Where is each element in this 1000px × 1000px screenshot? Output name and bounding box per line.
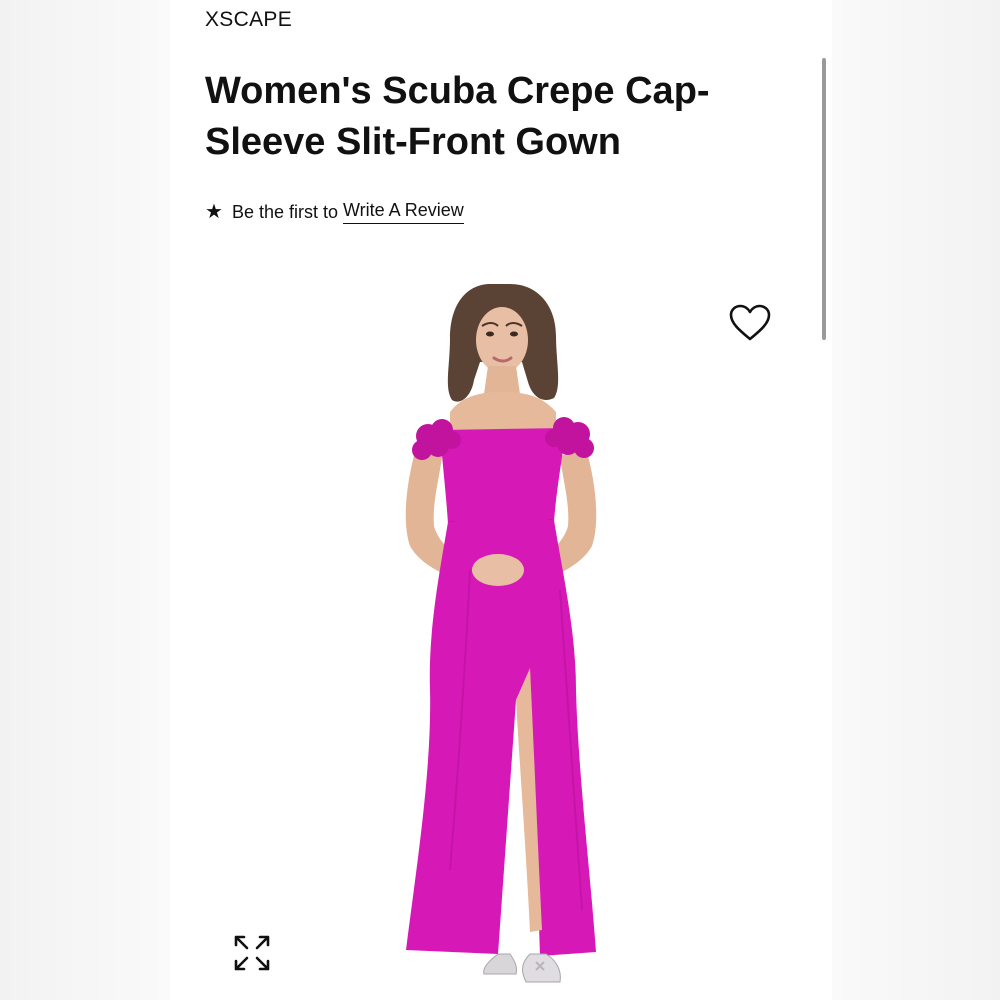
product-title: Women's Scuba Crepe Cap-Sleeve Slit-Fron…	[205, 70, 710, 163]
model-face	[476, 307, 528, 373]
write-review-link[interactable]: Write A Review	[343, 200, 464, 224]
brand-name[interactable]: XSCAPE	[205, 8, 292, 32]
product-image[interactable]	[370, 270, 630, 1000]
model-neck	[484, 366, 520, 394]
star-icon: ★	[205, 201, 223, 223]
wishlist-button[interactable]	[726, 300, 774, 346]
expand-image-button[interactable]	[232, 933, 272, 973]
left-shoe	[483, 953, 517, 975]
model-hands	[472, 554, 524, 586]
heart-icon	[729, 304, 771, 341]
screenshot-frame: XSCAPE Women's Scuba Crepe Cap-Sleeve Sl…	[0, 0, 1000, 1000]
review-prompt: Be the first to	[231, 201, 338, 222]
product-page: XSCAPE Women's Scuba Crepe Cap-Sleeve Sl…	[170, 0, 832, 1000]
scrollbar[interactable]	[822, 58, 826, 340]
expand-icon	[234, 935, 270, 971]
review-row: ★ Be the first to Write A Review	[205, 200, 464, 224]
